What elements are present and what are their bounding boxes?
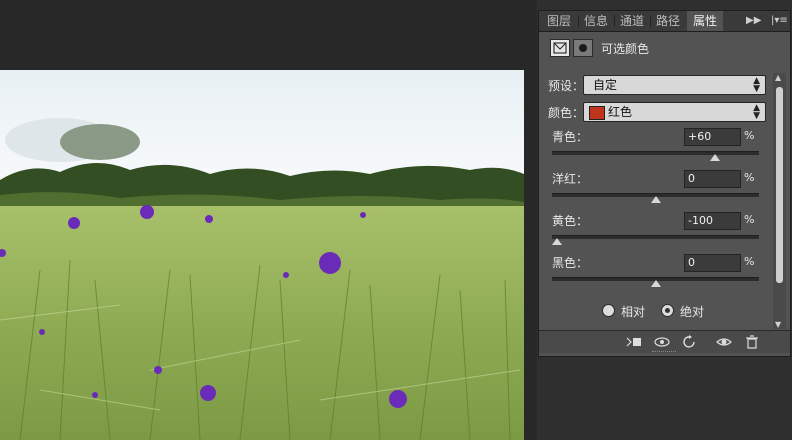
colors-value: 红色: [608, 105, 633, 119]
visibility-eye-icon[interactable]: [715, 334, 733, 350]
field-photo: [0, 70, 524, 440]
scroll-thumb[interactable]: [776, 87, 783, 283]
reset-icon[interactable]: [681, 334, 699, 350]
black-slider-track[interactable]: [552, 277, 759, 287]
yellow-slider-track[interactable]: [552, 235, 759, 245]
scroll-down-icon[interactable]: ▼: [775, 320, 781, 329]
collapse-icon[interactable]: ▶▶: [746, 11, 761, 31]
panel-bottom-toolbar: [539, 330, 790, 353]
yellow-input[interactable]: -100: [684, 212, 741, 230]
magenta-slider-track[interactable]: [552, 193, 759, 203]
panel-scrollbar[interactable]: ▲ ▼: [773, 73, 786, 329]
image-canvas[interactable]: [0, 70, 524, 440]
cyan-slider-track[interactable]: [552, 151, 759, 161]
colors-select[interactable]: 红色 ▲ ▼: [583, 102, 766, 122]
black-label: 黑色：: [552, 256, 589, 270]
magenta-slider-thumb[interactable]: [650, 196, 661, 203]
preset-value: 自定: [593, 78, 618, 92]
black-input[interactable]: 0: [684, 254, 741, 272]
scroll-up-icon[interactable]: ▲: [775, 73, 781, 82]
clip-to-layer-icon[interactable]: [625, 334, 643, 350]
yellow-label: 黄色：: [552, 214, 589, 228]
preset-select[interactable]: 自定 ▲ ▼: [583, 75, 766, 95]
yellow-unit: %: [744, 213, 755, 226]
cyan-input[interactable]: +60: [684, 128, 741, 146]
cyan-label: 青色：: [552, 130, 589, 144]
tab-layers[interactable]: 图层: [541, 11, 577, 31]
tab-properties[interactable]: 属性: [687, 11, 723, 31]
tab-channels[interactable]: 通道: [615, 11, 649, 31]
panel-title: 可选颜色: [601, 42, 650, 56]
tab-paths[interactable]: 路径: [651, 11, 685, 31]
select-arrows-icon: ▲ ▼: [753, 76, 760, 94]
cyan-unit: %: [744, 129, 755, 142]
magenta-input[interactable]: 0: [684, 170, 741, 188]
magenta-unit: %: [744, 171, 755, 184]
tab-info[interactable]: 信息: [579, 11, 613, 31]
select-arrows-icon: ▲ ▼: [753, 103, 760, 121]
panel-menu-icon[interactable]: |▾≡: [771, 11, 788, 31]
mask-icon[interactable]: [573, 39, 593, 57]
black-slider-thumb[interactable]: [650, 280, 661, 287]
black-unit: %: [744, 255, 755, 268]
view-previous-icon[interactable]: [653, 334, 671, 350]
grass-field: [0, 206, 524, 440]
background-tree: [60, 124, 140, 160]
properties-panel: 图层 信息 通道 路径 属性 ▶▶ |▾≡ 可选颜色 预设： 自定 ▲ ▼ 颜色：…: [538, 10, 791, 357]
yellow-slider-thumb[interactable]: [552, 238, 562, 245]
absolute-label: 绝对: [680, 305, 705, 319]
magenta-label: 洋红：: [552, 172, 589, 186]
relative-radio[interactable]: [602, 304, 615, 317]
colors-label: 颜色：: [548, 106, 585, 120]
document-workspace: [0, 0, 537, 440]
relative-label: 相对: [621, 305, 646, 319]
absolute-radio[interactable]: [661, 304, 674, 317]
cyan-slider-thumb[interactable]: [709, 154, 720, 161]
trash-icon[interactable]: [743, 334, 761, 350]
panel-resize-grip[interactable]: [652, 351, 676, 354]
preset-label: 预设：: [548, 79, 585, 93]
color-swatch: [589, 106, 605, 120]
panel-tab-bar: 图层 信息 通道 路径 属性 ▶▶ |▾≡: [539, 11, 790, 32]
adjustment-layer-icon[interactable]: [550, 39, 570, 57]
